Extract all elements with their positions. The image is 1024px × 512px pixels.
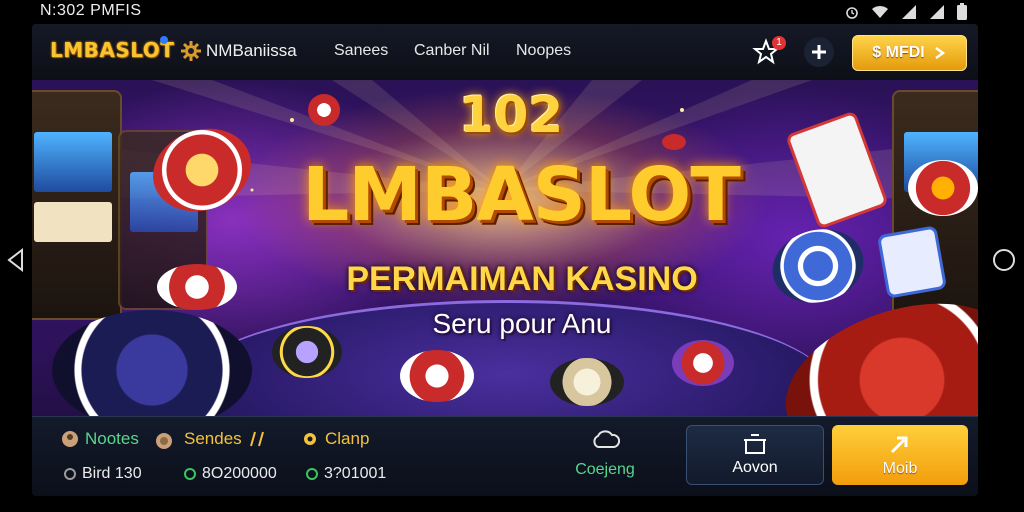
hero-tagline: Seru pour Anu [432,308,612,339]
home-icon[interactable] [993,249,1015,271]
stat-value: Bird 130 [82,465,142,482]
tab-label: Sendes [184,429,242,448]
slot-screen [34,132,112,192]
hero-title: LMBASLOT [302,152,741,238]
stat-value: 8O200000 [202,465,277,482]
nav-link-2[interactable]: Canber Nil [414,42,490,60]
wifi-icon [870,4,890,25]
chevron-right-icon [934,46,945,60]
tab-clanp[interactable]: Clanp [300,429,369,449]
status-icons [844,3,968,26]
center-label: Coejeng [575,461,635,478]
red-chip-2 [157,264,237,310]
nav-link-3[interactable]: Noopes [516,42,571,60]
stat-2: 8O200000 [184,465,277,483]
stat-1: Bird 130 [64,465,142,483]
slot-reels [34,202,112,242]
tab-label: Clanp [325,429,370,448]
tab-label: Nootes [85,429,139,448]
cream-chip [550,358,624,406]
hero-banner[interactable]: 102 LMBASLOT PERMAIMAN KASINO Seru pour … [32,80,978,416]
cloud-icon [593,430,620,448]
coin-icon [156,433,172,449]
red-chip-right [908,160,978,216]
red-chip-3 [400,350,474,402]
dot-icon [184,468,196,480]
sparkle-icon [249,431,264,447]
stat-3: 3?01001 [306,465,386,483]
center-action[interactable]: Coejeng [560,427,650,479]
alarm-icon [844,4,860,25]
tab-sendes[interactable]: Sendes [184,429,273,449]
gear-icon [181,41,201,61]
logo-badge [160,36,168,44]
gear-icon [304,433,316,445]
arrow-icon [890,436,908,454]
purple-chip [672,340,734,386]
nav-link-1[interactable]: Sanees [334,42,388,60]
avatar-icon [62,431,78,447]
brand-link[interactable]: NMBaniissa [180,40,297,62]
box-icon [744,434,766,454]
hero-number: 102 [458,86,564,144]
aovon-label: Aovon [732,459,778,476]
tiny-chip [662,134,686,150]
dot-icon [64,468,76,480]
status-bar: N:302 PMFIS [0,0,1024,24]
signal-icon-2 [928,4,946,25]
dot-icon [306,468,318,480]
deposit-button[interactable]: $ MFDI [852,35,967,71]
status-time: N:302 PMFIS [40,2,142,19]
stat-value: 3?01001 [324,465,387,482]
plus-icon [812,45,826,59]
hero-subtitle: PERMAIMAN KASINO [346,260,698,298]
slot-machine-left [32,90,122,320]
small-chip [308,94,340,126]
logo[interactable]: LMBASLOT [50,38,174,62]
tab-nootes[interactable]: Nootes [60,429,139,449]
back-icon[interactable] [6,248,26,272]
header: LMBASLOT NMBaniissa Sanees Canber Nil No… [32,24,978,80]
deposit-label: $ MFDI [872,44,925,61]
signal-icon [900,4,918,25]
notification-badge: 1 [772,36,786,50]
plus-button[interactable] [804,37,834,67]
playing-card-2 [876,225,948,299]
moib-button[interactable]: Moib [832,425,968,485]
black-gold-chip [272,326,342,378]
brand-label: NMBaniissa [206,41,297,60]
aovon-button[interactable]: Aovon [686,425,824,485]
bottom-bar: Nootes Sendes Clanp Bird 130 8O200000 3?… [32,416,978,496]
battery-icon [956,3,968,26]
app-window: LMBASLOT NMBaniissa Sanees Canber Nil No… [32,24,978,496]
moib-label: Moib [882,460,918,477]
